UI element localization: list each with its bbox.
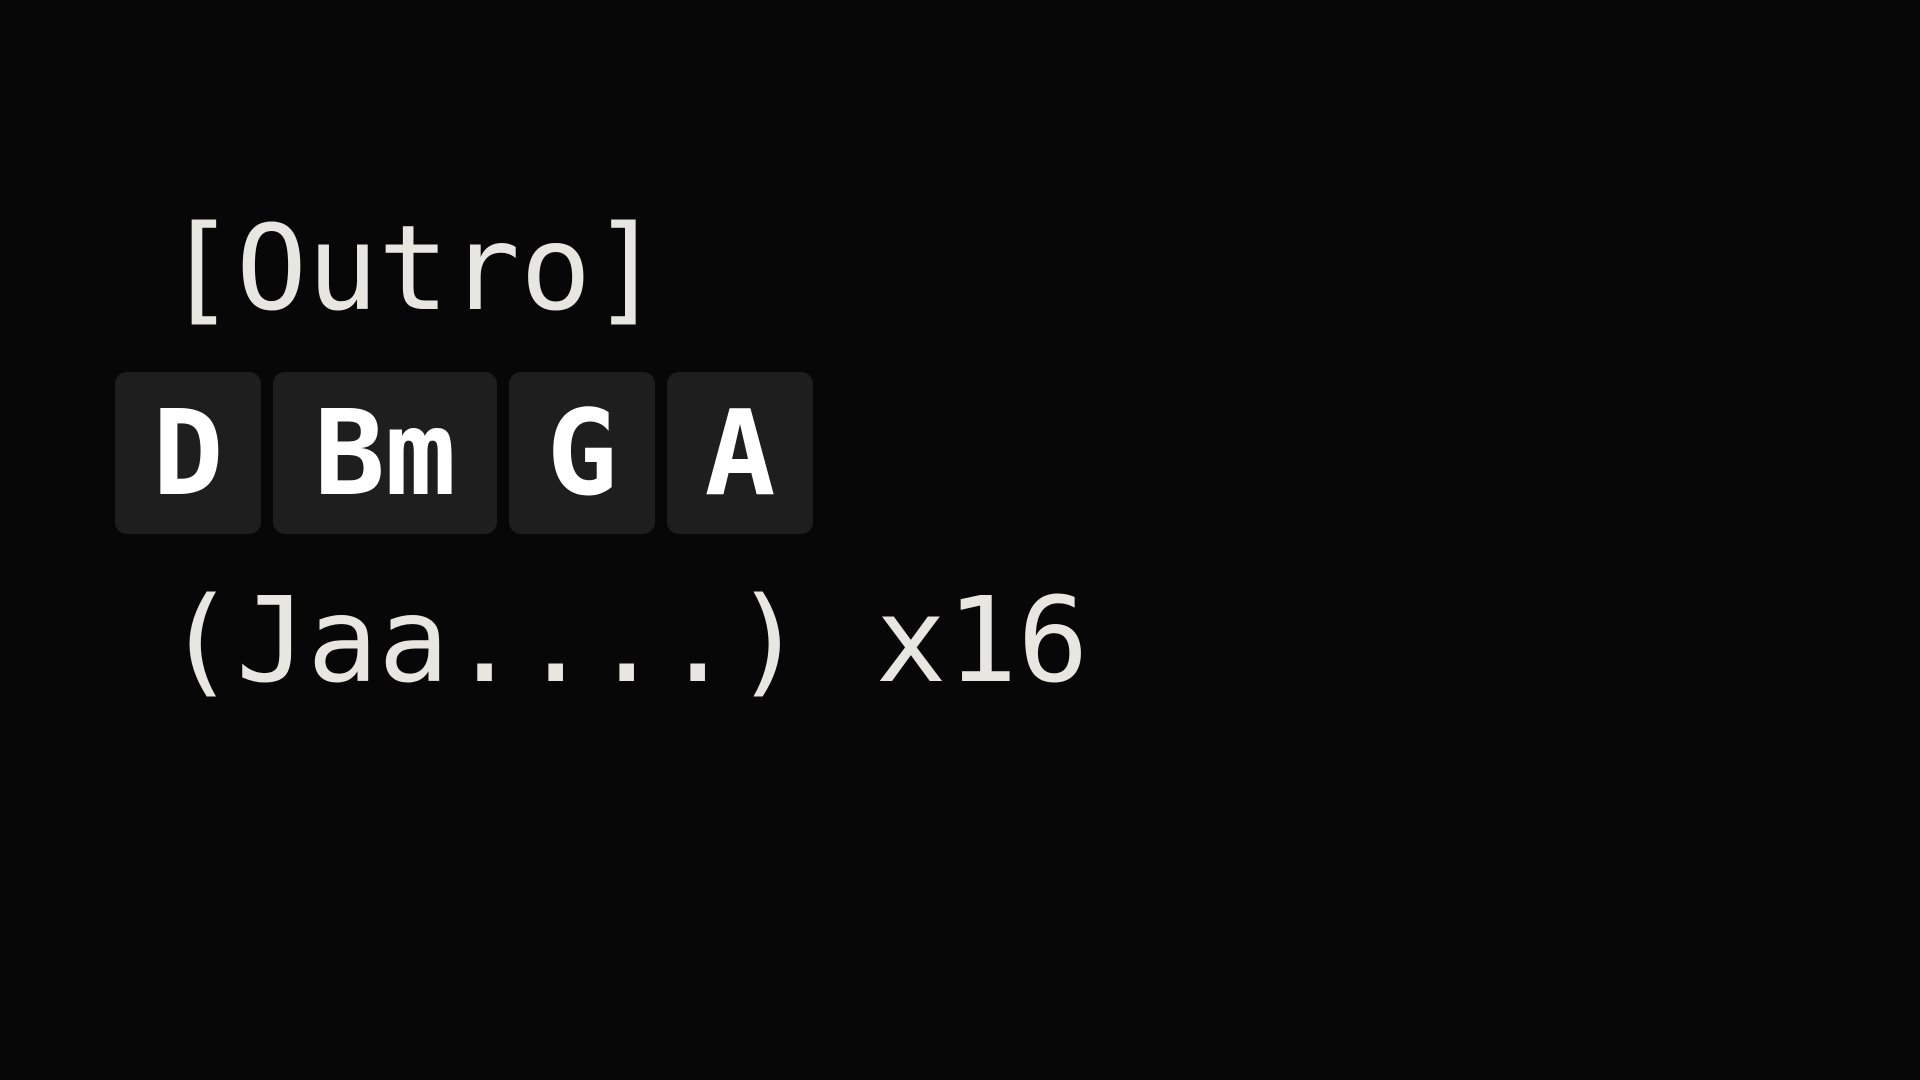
chord-d[interactable]: D — [115, 372, 261, 534]
chord-bm[interactable]: Bm — [273, 372, 497, 534]
chord-a[interactable]: A — [667, 372, 813, 534]
lyric-line: (Jaa....) x16 — [165, 571, 1089, 709]
section-label: [Outro] — [165, 199, 663, 337]
chord-g[interactable]: G — [509, 372, 655, 534]
chord-sheet: [Outro] D Bm G A (Jaa....) x16 — [0, 0, 1920, 1080]
chord-row: D Bm G A — [115, 372, 813, 534]
